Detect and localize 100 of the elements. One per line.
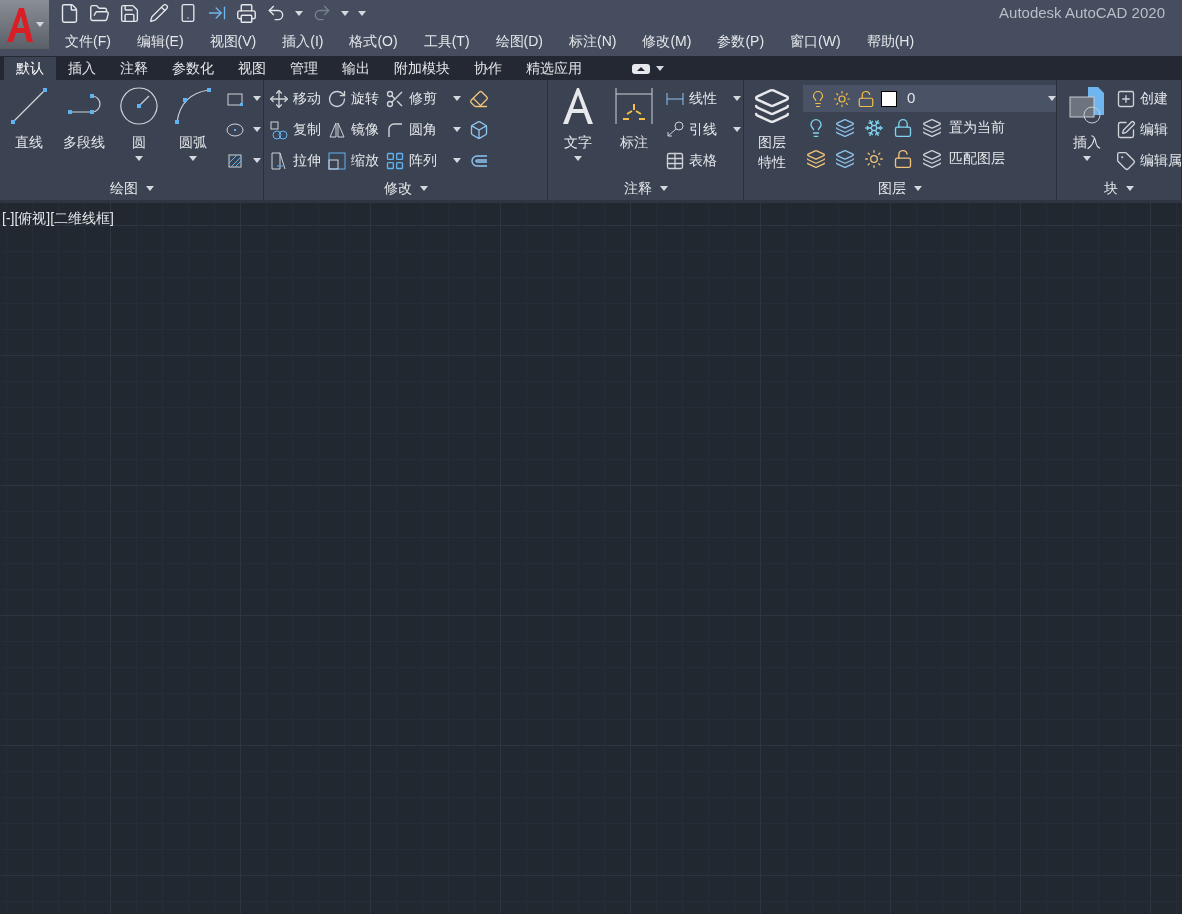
caret-icon: [574, 156, 582, 161]
print-icon: [236, 2, 257, 24]
caret-icon: [733, 127, 741, 132]
ribbon-small-button[interactable]: 缩放: [325, 145, 381, 176]
caret-icon: [341, 10, 349, 16]
window-title: Autodesk AutoCAD 2020: [999, 2, 1165, 23]
dimension-icon: [613, 86, 655, 126]
create-block-icon: [1116, 88, 1136, 109]
panel-title[interactable]: 块: [1057, 177, 1181, 200]
layer-lock-icon: [893, 117, 913, 138]
ribbon-large-button[interactable]: 圆: [113, 80, 165, 176]
ribbon-tab[interactable]: 参数化: [160, 57, 226, 80]
ribbon-tab[interactable]: 精选应用: [514, 57, 594, 80]
ribbon-small-button[interactable]: 移动: [267, 83, 323, 114]
ribbon-tab[interactable]: 默认: [4, 57, 56, 80]
ribbon-tab[interactable]: 管理: [278, 57, 330, 80]
ribbon-small-button[interactable]: 引线: [663, 114, 743, 145]
caret-icon: [1083, 156, 1091, 161]
open-folder-icon: [89, 2, 110, 24]
ribbon-small-button[interactable]: 编辑属: [1114, 145, 1181, 176]
layer-text-button[interactable]: 置为当前: [922, 117, 1005, 138]
new-file-icon: [59, 2, 80, 24]
caret-icon: [1048, 96, 1056, 101]
ribbon-small-button[interactable]: 圆角: [383, 114, 463, 145]
menu-item[interactable]: 帮助(H): [866, 30, 915, 52]
layer-text-button[interactable]: 匹配图层: [922, 148, 1005, 169]
ribbon-small-button[interactable]: 线性: [663, 83, 743, 114]
scissors-icon: [385, 88, 405, 109]
ribbon-tab[interactable]: 插入: [56, 57, 108, 80]
caret-icon: [453, 127, 461, 132]
menu-item[interactable]: 标注(N): [569, 30, 617, 52]
panel-title[interactable]: 修改: [264, 177, 547, 200]
layer-properties-icon: [753, 87, 791, 125]
ribbon-small-button[interactable]: 创建: [1114, 83, 1181, 114]
panel-title[interactable]: 绘图: [0, 177, 263, 200]
sun-icon: [833, 89, 851, 108]
ribbon-tab[interactable]: 附加模块: [382, 57, 462, 80]
ribbon-small-button[interactable]: 复制: [267, 114, 323, 145]
ribbon-large-button[interactable]: 直线: [3, 80, 55, 176]
copy-circles-icon: [269, 119, 289, 140]
caret-icon: [453, 158, 461, 163]
layer-sun-icon: [864, 148, 884, 169]
stretch-icon: [269, 150, 289, 171]
app-logo-icon: [5, 7, 35, 42]
line-icon: [9, 86, 49, 126]
caret-icon: [135, 156, 143, 161]
menu-item[interactable]: 编辑(E): [136, 30, 184, 52]
caret-icon: [419, 186, 428, 192]
menu-item[interactable]: 插入(I): [282, 30, 324, 52]
caret-icon: [914, 186, 922, 192]
menu-item[interactable]: 格式(O): [349, 30, 398, 52]
caret-icon: [189, 156, 197, 161]
ribbon-large-button[interactable]: 插入: [1060, 80, 1114, 176]
caret-icon: [253, 127, 261, 132]
ribbon-small-button[interactable]: 镜像: [325, 114, 381, 145]
ribbon-small-button[interactable]: 阵列: [383, 145, 463, 176]
caret-icon: [733, 96, 741, 101]
ribbon-tab[interactable]: 视图: [226, 57, 278, 80]
caret-icon: [253, 158, 261, 163]
menu-item[interactable]: 视图(V): [209, 30, 257, 52]
ribbon-tab[interactable]: 协作: [462, 57, 514, 80]
menu-item[interactable]: 修改(M): [642, 30, 692, 52]
scale-icon: [327, 150, 347, 171]
layer-dropdown[interactable]: 0: [803, 85, 1056, 112]
ribbon-small-button[interactable]: 表格: [663, 145, 743, 176]
caret-icon: [253, 96, 261, 101]
layer-unlock-icon: [893, 148, 913, 169]
unlock-icon: [857, 89, 875, 108]
panel-title[interactable]: 图层: [744, 177, 1056, 200]
current-layer-icon: [922, 117, 942, 138]
viewport-control[interactable]: [俯视]: [14, 209, 51, 227]
caret-icon: [659, 186, 668, 192]
arc-icon: [173, 86, 213, 126]
ribbon-small-button[interactable]: 旋转: [325, 83, 381, 114]
edit-block-icon: [1116, 119, 1136, 140]
ribbon-tab[interactable]: 注释: [108, 57, 160, 80]
leader-icon: [665, 119, 685, 140]
menu-item[interactable]: 参数(P): [717, 30, 765, 52]
menu-item[interactable]: 文件(F): [65, 30, 111, 52]
menu-item[interactable]: 工具(T): [423, 30, 470, 52]
ribbon-large-button[interactable]: 图层特性: [747, 80, 797, 176]
customize-caret-icon: [358, 10, 366, 16]
viewport-control[interactable]: [二维线框]: [50, 209, 114, 227]
caret-icon: [295, 10, 303, 16]
menu-item[interactable]: 窗口(W): [790, 30, 841, 52]
ribbon-large-button[interactable]: 多段线: [57, 80, 111, 176]
ribbon-large-button[interactable]: 文字: [551, 80, 605, 176]
caret-icon: [1126, 186, 1134, 192]
viewport-control[interactable]: [-]: [2, 209, 15, 227]
ribbon-small-button[interactable]: 编辑: [1114, 114, 1181, 145]
table-icon: [665, 150, 685, 171]
ribbon-tab[interactable]: 输出: [330, 57, 382, 80]
menu-item[interactable]: 绘图(D): [495, 30, 543, 52]
ribbon-small-button[interactable]: 拉伸: [267, 145, 323, 176]
ribbon-large-button[interactable]: 圆弧: [167, 80, 219, 176]
edit-attribute-icon: [1116, 150, 1136, 171]
ribbon-small-button[interactable]: 修剪: [383, 83, 463, 114]
cube-icon: [469, 119, 489, 140]
panel-title[interactable]: 注释: [548, 177, 743, 200]
ribbon-large-button[interactable]: 标注: [607, 80, 661, 176]
